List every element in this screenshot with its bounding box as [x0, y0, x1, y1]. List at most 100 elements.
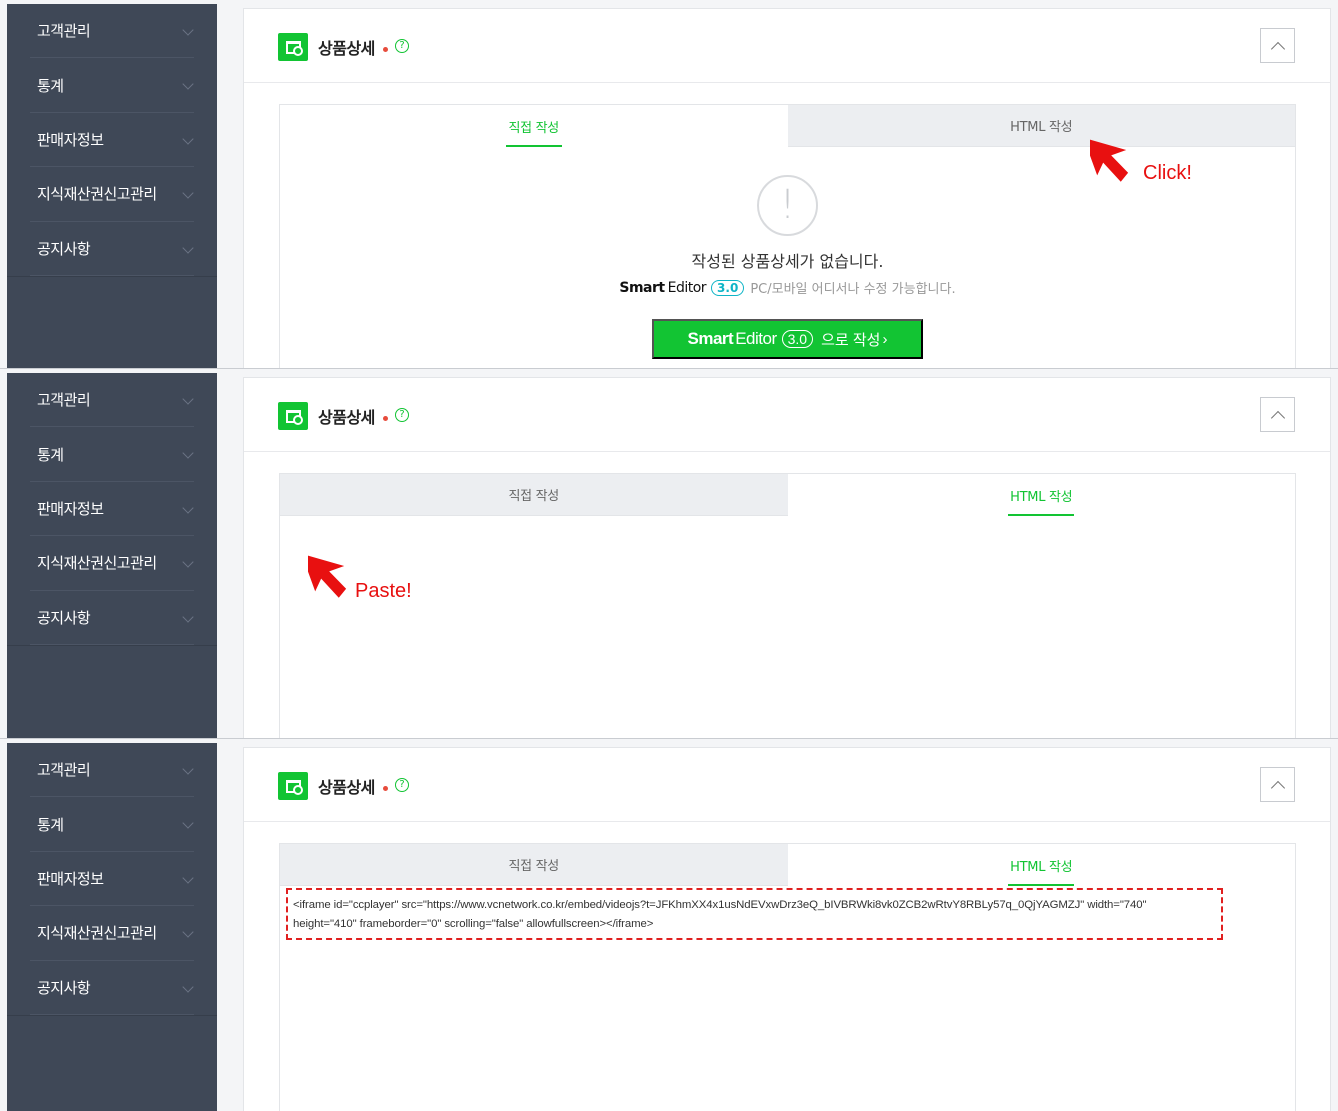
panel-header: 상품상세 ?: [244, 748, 1330, 822]
chevron-up-icon: [1270, 780, 1286, 796]
sidebar-item-label: 고객관리: [37, 391, 91, 410]
collapse-button[interactable]: [1260, 397, 1295, 432]
product-detail-icon: [278, 402, 308, 430]
product-detail-icon: [278, 772, 308, 800]
sidebar-item-notices[interactable]: 공지사항: [30, 961, 194, 1015]
click-annotation: Click!: [1143, 162, 1192, 184]
html-textarea[interactable]: <iframe id="ccplayer" src="https://www.v…: [286, 888, 1223, 940]
help-circle-icon[interactable]: ?: [395, 408, 409, 422]
chevron-down-icon: [182, 241, 194, 254]
button-label: 으로 작성: [821, 331, 881, 349]
sidebar-item-ip-report[interactable]: 지식재산권신고관리: [30, 536, 194, 591]
exclamation-circle-icon: !: [757, 175, 818, 236]
chevron-down-icon: [182, 187, 194, 199]
sidebar-item-label: 고객관리: [37, 761, 91, 780]
empty-state: ! 작성된 상품상세가 없습니다. Smart Editor 3.0 PC/모바일 어…: [280, 175, 1295, 359]
red-arrow-cursor-icon: [308, 553, 347, 598]
active-tab-underline: [505, 145, 562, 147]
product-detail-icon: [278, 33, 308, 61]
sidebar-item-notices[interactable]: 공지사항: [30, 591, 194, 645]
chevron-down-icon: [182, 872, 194, 884]
sidebar-nav: 고객관리 통계 판매자정보 지식재산권신고관리 공지사항: [7, 373, 217, 738]
tab-html-write[interactable]: HTML 작성: [787, 474, 1295, 516]
red-arrow-cursor-icon: [1090, 137, 1129, 182]
sidebar-item-seller-info[interactable]: 판매자정보: [30, 113, 194, 168]
sidebar-item-label: 통계: [37, 76, 64, 95]
tab-direct-write[interactable]: 직접 작성: [280, 474, 788, 516]
sidebar-divider: [7, 1015, 217, 1016]
html-textarea[interactable]: [280, 516, 1295, 738]
required-dot: [383, 786, 388, 791]
sidebar-item-label: 공지사항: [37, 978, 91, 997]
sidebar-item-label: 지식재산권신고관리: [37, 554, 157, 573]
panel-header: 상품상세 ?: [244, 9, 1330, 83]
html-code-line: <iframe id="ccplayer" src="https://www.v…: [293, 899, 1147, 911]
section-title: 상품상세: [318, 39, 375, 58]
chevron-up-icon: [1270, 41, 1286, 57]
tab-label: HTML 작성: [1010, 120, 1073, 135]
smarteditor-version-badge: 3.0: [711, 279, 745, 296]
sidebar-item-customer-management[interactable]: 고객관리: [30, 4, 194, 59]
smarteditor-write-button[interactable]: Smart Editor 3.0 으로 작성 ›: [652, 319, 923, 359]
sidebar-item-label: 판매자정보: [37, 499, 104, 518]
tab-label: 직접 작성: [508, 489, 560, 504]
tab-label: HTML 작성: [1010, 489, 1073, 505]
smarteditor-logo-smart: Smart: [619, 279, 665, 296]
collapse-button[interactable]: [1260, 28, 1295, 63]
sidebar-nav: 고객관리 통계 판매자정보 지식재산권신고관리 공지사항: [7, 743, 217, 1111]
chevron-down-icon: [182, 817, 194, 830]
chevron-down-icon: [182, 447, 194, 460]
tab-html-write[interactable]: HTML 작성: [787, 844, 1295, 886]
editor-tabs: 직접 작성 HTML 작성: [280, 105, 1295, 147]
sidebar-item-ip-report[interactable]: 지식재산권신고관리: [30, 906, 194, 961]
sidebar-item-customer-management[interactable]: 고객관리: [30, 743, 194, 798]
collapse-button[interactable]: [1260, 767, 1295, 802]
detail-editor: 직접 작성 HTML 작성: [279, 473, 1296, 738]
button-version-badge: 3.0: [781, 330, 814, 348]
chevron-down-icon: [182, 610, 194, 623]
sidebar-item-notices[interactable]: 공지사항: [30, 222, 194, 276]
chevron-down-icon: [182, 133, 194, 145]
sidebar-item-label: 지식재산권신고관리: [37, 924, 157, 943]
button-logo-editor: Editor: [735, 329, 777, 348]
chevron-down-icon: [182, 502, 194, 514]
help-circle-icon[interactable]: ?: [395, 778, 409, 792]
sidebar-item-statistics[interactable]: 통계: [30, 58, 194, 113]
tab-direct-write[interactable]: 직접 작성: [280, 105, 788, 147]
required-dot: [383, 47, 388, 52]
product-detail-panel: 상품상세 ? 직접 작성 HTML 작성 ! 작성된 상품상세가 없습니다. S…: [243, 8, 1331, 368]
tab-direct-write[interactable]: 직접 작성: [280, 844, 788, 886]
empty-message: 작성된 상품상세가 없습니다.: [691, 252, 884, 271]
sidebar-item-customer-management[interactable]: 고객관리: [30, 373, 194, 428]
chevron-up-icon: [1270, 410, 1286, 426]
chevron-down-icon: [182, 926, 194, 938]
sidebar-item-statistics[interactable]: 통계: [30, 797, 194, 852]
sidebar-item-label: 통계: [37, 445, 64, 464]
chevron-down-icon: [182, 980, 194, 993]
empty-subtext-label: PC/모바일 어디서나 수정 가능합니다.: [750, 282, 956, 297]
sidebar-item-seller-info[interactable]: 판매자정보: [30, 482, 194, 537]
sidebar-item-label: 고객관리: [37, 22, 91, 41]
step-3-screenshot: 고객관리 통계 판매자정보 지식재산권신고관리 공지사항 상품상세 ? 직접 작…: [0, 738, 1338, 1111]
tab-html-write[interactable]: HTML 작성: [787, 105, 1295, 147]
help-circle-icon[interactable]: ?: [395, 39, 409, 53]
chevron-down-icon: [182, 78, 194, 91]
button-logo-smart: Smart: [687, 329, 734, 348]
tab-label: 직접 작성: [508, 859, 560, 874]
sidebar-item-ip-report[interactable]: 지식재산권신고관리: [30, 167, 194, 222]
chevron-right-icon: ›: [882, 330, 888, 348]
sidebar-item-label: 공지사항: [37, 239, 91, 258]
chevron-down-icon: [182, 24, 194, 36]
editor-tabs: 직접 작성 HTML 작성: [280, 844, 1295, 886]
sidebar-item-label: 판매자정보: [37, 130, 104, 149]
sidebar-item-statistics[interactable]: 통계: [30, 427, 194, 482]
sidebar-divider: [7, 645, 217, 646]
step-2-screenshot: 고객관리 통계 판매자정보 지식재산권신고관리 공지사항 상품상세 ? 직접 작…: [0, 368, 1338, 738]
sidebar-item-seller-info[interactable]: 판매자정보: [30, 852, 194, 907]
detail-editor: 직접 작성 HTML 작성 <iframe id="ccplayer" src=…: [279, 843, 1296, 1111]
step-1-screenshot: 고객관리 통계 판매자정보 지식재산권신고관리 공지사항 상품상세 ? 직접 작…: [0, 0, 1338, 368]
sidebar-item-label: 공지사항: [37, 608, 91, 627]
active-tab-underline: [1008, 884, 1075, 886]
sidebar-item-label: 지식재산권신고관리: [37, 185, 157, 204]
chevron-down-icon: [182, 763, 194, 775]
